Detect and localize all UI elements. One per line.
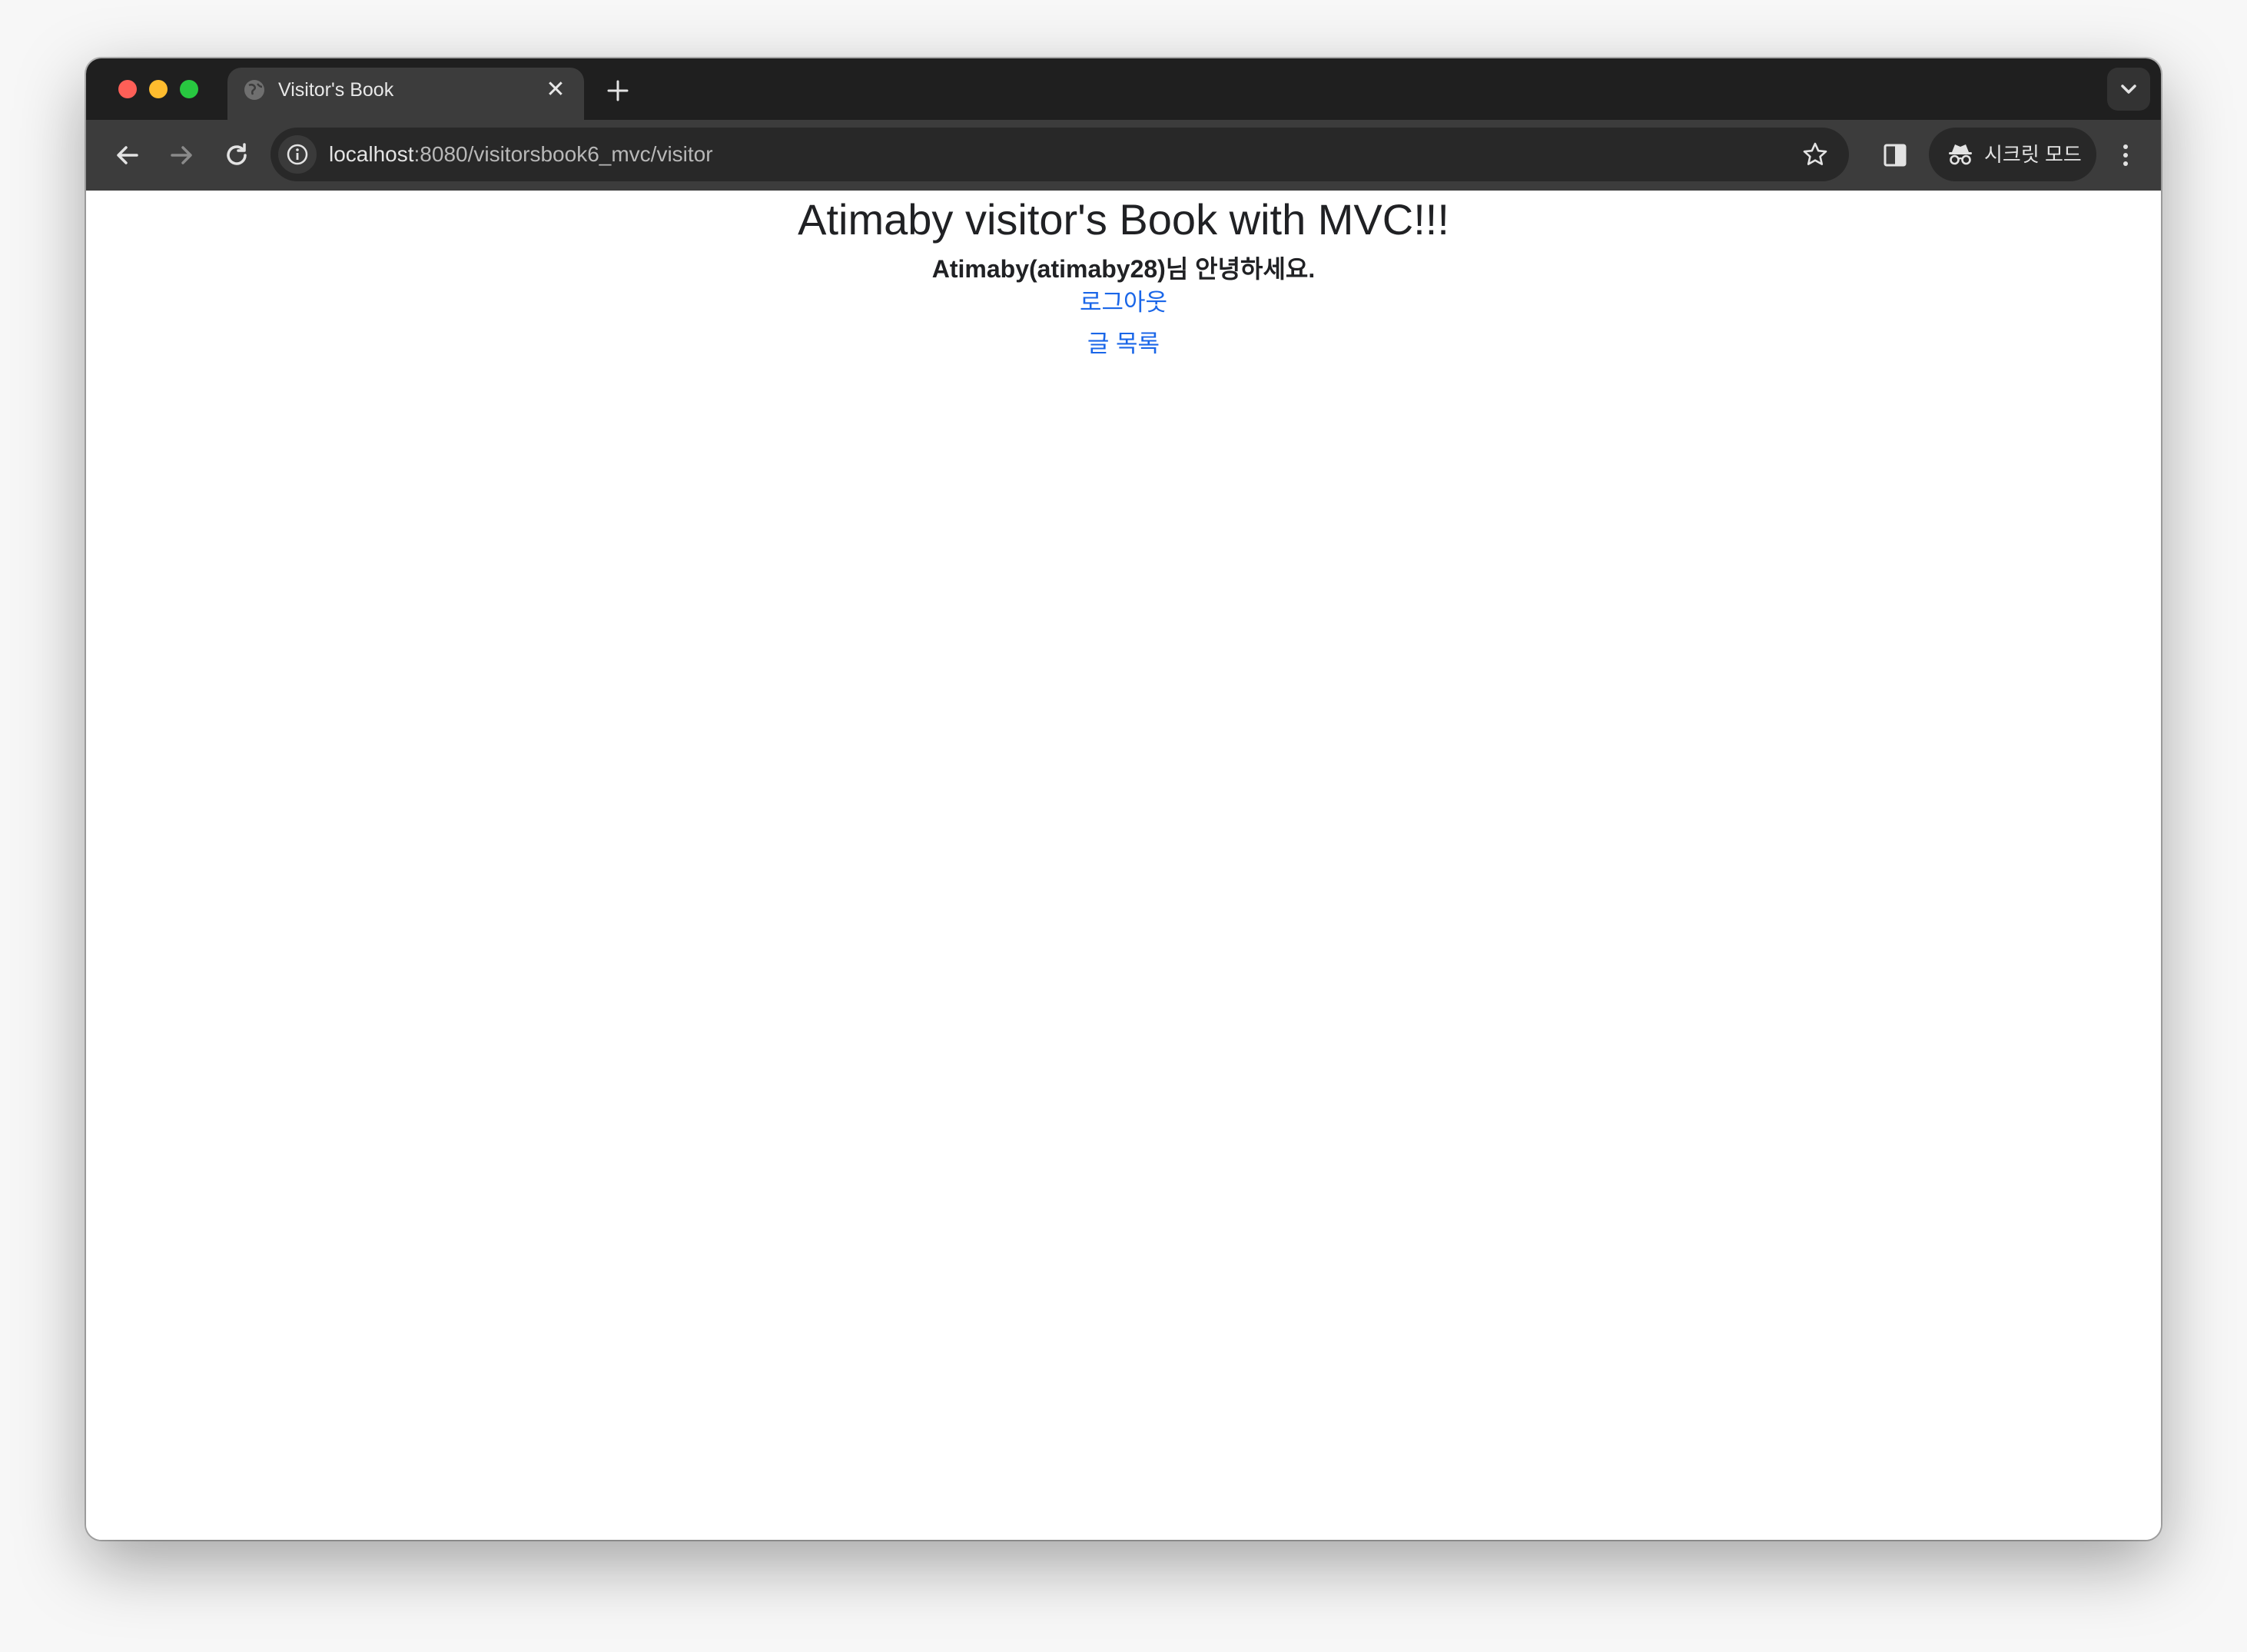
reload-icon[interactable]	[218, 137, 255, 174]
side-panel-icon[interactable]	[1877, 137, 1913, 174]
tab-search-button[interactable]	[2107, 68, 2150, 111]
address-bar[interactable]: localhost:8080/visitorsbook6_mvc/visitor	[271, 128, 1849, 181]
globe-icon	[244, 80, 264, 100]
tab-title: Visitor's Book	[278, 79, 394, 101]
tab-strip: Visitor's Book ✕	[86, 58, 2161, 123]
url-host: localhost	[329, 142, 414, 166]
minimize-window-button[interactable]	[149, 80, 168, 98]
tab-visitors-book[interactable]: Visitor's Book ✕	[227, 68, 584, 123]
page-content: Atimaby visitor's Book with MVC!!! Atima…	[86, 191, 2161, 1540]
close-window-button[interactable]	[118, 80, 137, 98]
logout-link[interactable]: 로그아웃	[1080, 284, 1167, 321]
maximize-window-button[interactable]	[180, 80, 198, 98]
incognito-icon	[1949, 144, 1972, 165]
incognito-indicator[interactable]: 시크릿 모드	[1929, 128, 2096, 181]
greeting-text: Atimaby(atimaby28)님 안녕하세요.	[931, 255, 1316, 283]
close-icon[interactable]: ✕	[543, 77, 569, 103]
info-icon	[287, 144, 308, 165]
toolbar: localhost:8080/visitorsbook6_mvc/visitor…	[86, 120, 2161, 191]
back-arrow-icon[interactable]	[109, 137, 146, 174]
page-title: Atimaby visitor's Book with MVC!!!	[798, 195, 1449, 244]
forward-arrow-icon[interactable]	[163, 137, 200, 174]
more-vert-icon[interactable]	[2107, 137, 2144, 174]
incognito-label: 시크릿 모드	[1984, 143, 2082, 166]
chevron-down-icon	[2121, 85, 2136, 94]
url-path: :8080/visitorsbook6_mvc/visitor	[413, 142, 713, 166]
site-info-button[interactable]	[278, 135, 317, 174]
url-text[interactable]: localhost:8080/visitorsbook6_mvc/visitor	[329, 128, 713, 181]
star-icon[interactable]	[1801, 141, 1829, 168]
post-list-link[interactable]: 글 목록	[1087, 326, 1160, 363]
browser-window: Visitor's Book ✕ localhost:8080/visitors…	[86, 58, 2161, 1540]
plus-icon[interactable]	[601, 74, 635, 108]
